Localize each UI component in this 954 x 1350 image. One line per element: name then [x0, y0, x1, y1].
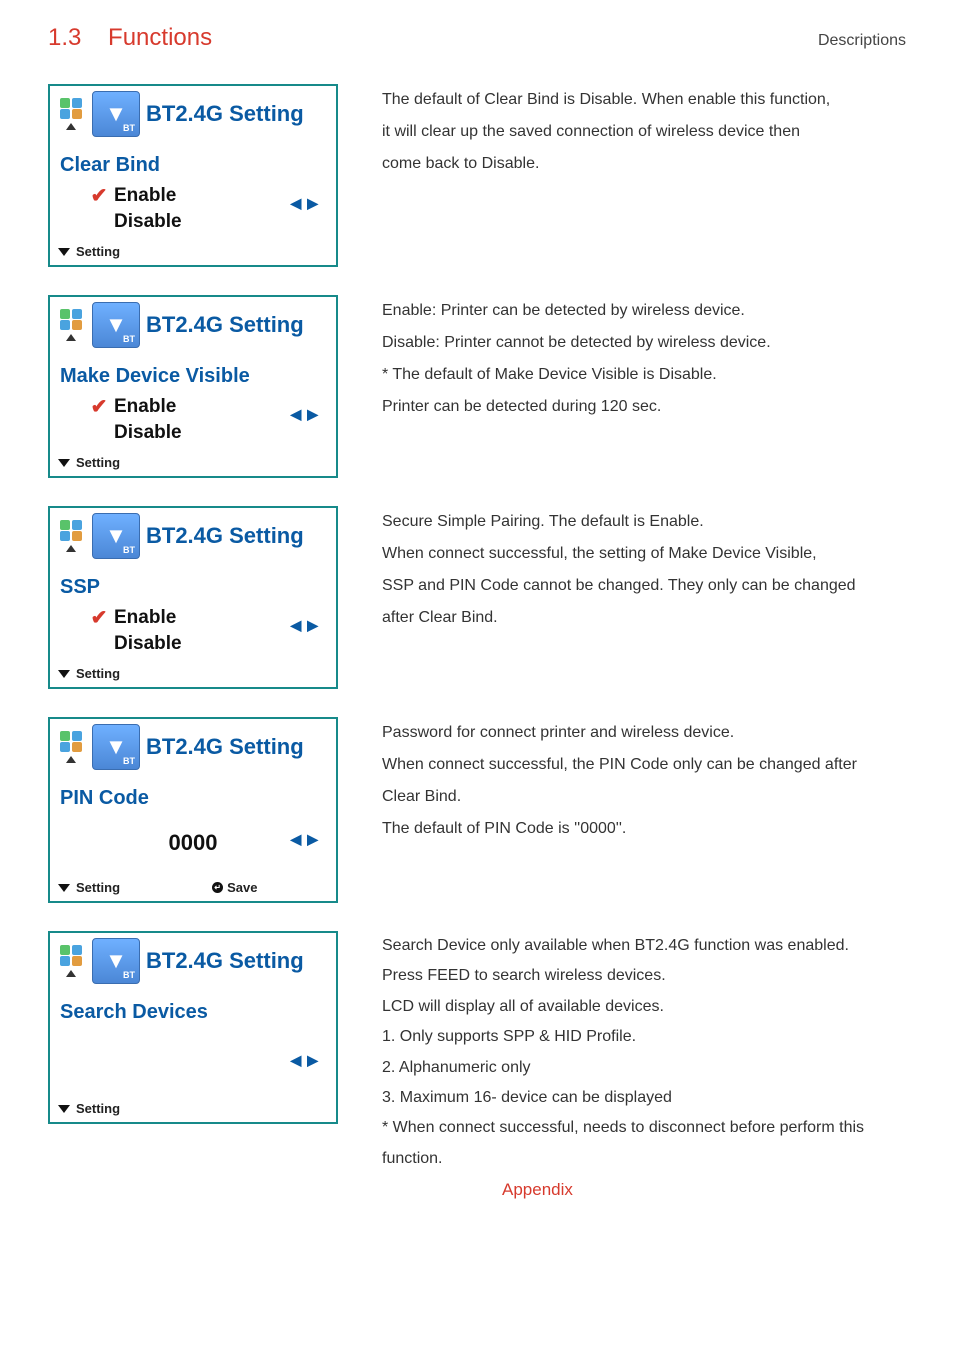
panel-header: ▼BT BT2.4G Setting — [50, 933, 336, 989]
up-arrow-icon — [66, 334, 76, 341]
footer-setting[interactable]: Setting — [76, 666, 120, 681]
status-icon — [54, 520, 88, 552]
status-icon — [54, 945, 88, 977]
setting-topic: Search Devices — [60, 1001, 326, 1024]
footer-save[interactable]: ↵Save — [212, 880, 257, 895]
setting-topic: Clear Bind — [60, 154, 326, 177]
down-arrow-icon — [58, 670, 70, 678]
row-make-device-visible: ▼BT BT2.4G Setting Make Device Visible ✔… — [48, 295, 906, 478]
row-search-devices: ▼BT BT2.4G Setting Search Devices ◀▶ Set… — [48, 931, 906, 1206]
page-header: 1.3 Functions Descriptions — [48, 24, 906, 52]
nav-arrows[interactable]: ◀▶ — [290, 1052, 324, 1069]
down-arrow-icon — [58, 1105, 70, 1113]
panel-title: BT2.4G Setting — [146, 312, 304, 338]
option-disable[interactable]: Disable — [90, 633, 326, 655]
section-title: Functions — [108, 24, 212, 51]
option-disable[interactable]: Disable — [90, 211, 326, 233]
panel-title: BT2.4G Setting — [146, 523, 304, 549]
panel-make-device-visible: ▼BT BT2.4G Setting Make Device Visible ✔… — [48, 295, 338, 478]
option-disable[interactable]: Disable — [90, 422, 326, 444]
bluetooth-icon: ▼BT — [92, 938, 140, 984]
up-arrow-icon — [66, 756, 76, 763]
down-arrow-icon — [58, 884, 70, 892]
pin-value[interactable]: 0000 — [60, 830, 326, 856]
panel-header: ▼BT BT2.4G Setting — [50, 297, 336, 353]
panel-footer: Setting — [50, 453, 336, 476]
panel-footer: Setting ↵Save — [50, 878, 336, 901]
up-arrow-icon — [66, 970, 76, 977]
row-pin-code: ▼BT BT2.4G Setting PIN Code 0000 ◀▶ Sett… — [48, 717, 906, 903]
bluetooth-icon: ▼BT — [92, 513, 140, 559]
panel-header: ▼BT BT2.4G Setting — [50, 86, 336, 142]
panel-title: BT2.4G Setting — [146, 948, 304, 974]
check-icon: ✔ — [90, 183, 108, 208]
nav-arrows[interactable]: ◀▶ — [290, 406, 324, 423]
down-arrow-icon — [58, 459, 70, 467]
status-icon — [54, 309, 88, 341]
bluetooth-icon: ▼BT — [92, 302, 140, 348]
row-clear-bind: ▼BT BT2.4G Setting Clear Bind ✔Enable Di… — [48, 84, 906, 267]
nav-arrows[interactable]: ◀▶ — [290, 831, 324, 848]
status-icon — [54, 98, 88, 130]
nav-arrows[interactable]: ◀▶ — [290, 617, 324, 634]
row-ssp: ▼BT BT2.4G Setting SSP ✔Enable Disable ◀… — [48, 506, 906, 689]
panel-clear-bind: ▼BT BT2.4G Setting Clear Bind ✔Enable Di… — [48, 84, 338, 267]
bluetooth-icon: ▼BT — [92, 724, 140, 770]
nav-arrows[interactable]: ◀▶ — [290, 195, 324, 212]
appendix-link[interactable]: Appendix — [502, 1174, 906, 1206]
panel-pin-code: ▼BT BT2.4G Setting PIN Code 0000 ◀▶ Sett… — [48, 717, 338, 903]
footer-setting[interactable]: Setting — [76, 244, 120, 259]
setting-topic: Make Device Visible — [60, 365, 326, 388]
panel-title: BT2.4G Setting — [146, 734, 304, 760]
enter-icon: ↵ — [212, 882, 223, 893]
setting-topic: SSP — [60, 576, 326, 599]
section-heading: 1.3 Functions — [48, 24, 212, 52]
description-search-devices: Search Device only available when BT2.4G… — [382, 931, 906, 1206]
status-icon — [54, 731, 88, 763]
panel-title: BT2.4G Setting — [146, 101, 304, 127]
panel-footer: Setting — [50, 1099, 336, 1122]
up-arrow-icon — [66, 123, 76, 130]
panel-header: ▼BT BT2.4G Setting — [50, 719, 336, 775]
description-pin-code: Password for connect printer and wireles… — [382, 717, 857, 845]
footer-setting[interactable]: Setting — [76, 1101, 120, 1116]
panel-footer: Setting — [50, 664, 336, 687]
up-arrow-icon — [66, 545, 76, 552]
check-icon: ✔ — [90, 605, 108, 630]
panel-search-devices: ▼BT BT2.4G Setting Search Devices ◀▶ Set… — [48, 931, 338, 1124]
panel-header: ▼BT BT2.4G Setting — [50, 508, 336, 564]
descriptions-label: Descriptions — [818, 32, 906, 50]
footer-setting[interactable]: Setting — [76, 880, 120, 895]
description-make-device-visible: Enable: Printer can be detected by wirel… — [382, 295, 771, 423]
description-clear-bind: The default of Clear Bind is Disable. Wh… — [382, 84, 830, 180]
description-ssp: Secure Simple Pairing. The default is En… — [382, 506, 856, 634]
check-icon: ✔ — [90, 394, 108, 419]
down-arrow-icon — [58, 248, 70, 256]
setting-topic: PIN Code — [60, 787, 326, 810]
footer-setting[interactable]: Setting — [76, 455, 120, 470]
bluetooth-icon: ▼BT — [92, 91, 140, 137]
panel-footer: Setting — [50, 242, 336, 265]
section-number: 1.3 — [48, 24, 81, 51]
panel-ssp: ▼BT BT2.4G Setting SSP ✔Enable Disable ◀… — [48, 506, 338, 689]
